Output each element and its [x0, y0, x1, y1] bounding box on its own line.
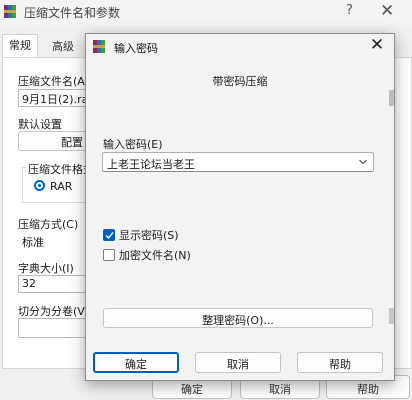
panel-edge-marker — [389, 90, 394, 106]
compression-method-select[interactable]: 标准 — [18, 232, 88, 250]
panel-edge-marker — [389, 308, 394, 324]
chevron-down-icon[interactable] — [359, 158, 367, 166]
show-password-checkbox[interactable] — [103, 229, 115, 241]
tab-general[interactable]: 常规 — [2, 34, 38, 58]
archive-options-titlebar: 压缩文件名和参数 ? ✕ — [0, 0, 412, 26]
encrypt-filenames-checkbox[interactable] — [103, 249, 115, 261]
password-value: 上老王论坛当老王 — [107, 158, 195, 171]
profiles-button[interactable]: 配置 — [18, 131, 88, 151]
winrar-app-icon — [93, 40, 105, 53]
dictionary-size-select[interactable]: 32 — [18, 275, 88, 293]
password-label: 输入密码(E) — [103, 138, 163, 151]
archive-options-title: 压缩文件名和参数 — [24, 6, 121, 20]
archive-name-label: 压缩文件名(A) — [18, 75, 90, 88]
show-password-label: 显示密码(S) — [119, 229, 179, 242]
tab-advanced[interactable]: 高级 — [46, 36, 80, 56]
encrypt-filenames-option[interactable]: 加密文件名(N) — [103, 248, 191, 262]
enter-password-title: 输入密码 — [114, 42, 158, 55]
default-settings-label: 默认设置 — [18, 118, 62, 131]
archive-name-field[interactable]: 9月1日(2).rar — [18, 89, 88, 107]
enter-password-dialog: 输入密码 ✕ 带密码压缩 输入密码(E) 上老王论坛当老王 显示密码(S) 加密… — [85, 33, 395, 381]
format-rar-label: RAR — [50, 180, 73, 193]
help-icon[interactable]: ? — [346, 3, 353, 18]
password-combobox[interactable]: 上老王论坛当老王 — [102, 152, 374, 172]
organize-passwords-button[interactable]: 整理密码(O)... — [103, 308, 373, 328]
help-button[interactable]: 帮助 — [297, 352, 383, 373]
dialog-heading: 带密码压缩 — [212, 75, 268, 88]
show-password-option[interactable]: 显示密码(S) — [103, 228, 179, 242]
ok-button[interactable]: 确定 — [93, 352, 179, 373]
checkmark-icon — [105, 232, 114, 240]
split-volumes-label: 切分为分卷(V) — [18, 305, 90, 318]
dictionary-size-label: 字典大小(I) — [18, 262, 74, 275]
close-icon[interactable]: ✕ — [366, 35, 388, 55]
enter-password-titlebar: 输入密码 ✕ — [86, 34, 394, 60]
format-rar-radio[interactable] — [34, 180, 45, 191]
winrar-app-icon — [4, 5, 16, 18]
encrypt-filenames-label: 加密文件名(N) — [119, 249, 191, 262]
compression-method-label: 压缩方式(C) — [18, 218, 79, 231]
split-volumes-field[interactable] — [18, 318, 88, 338]
close-icon[interactable]: ✕ — [380, 1, 394, 21]
cancel-button[interactable]: 取消 — [195, 352, 281, 373]
